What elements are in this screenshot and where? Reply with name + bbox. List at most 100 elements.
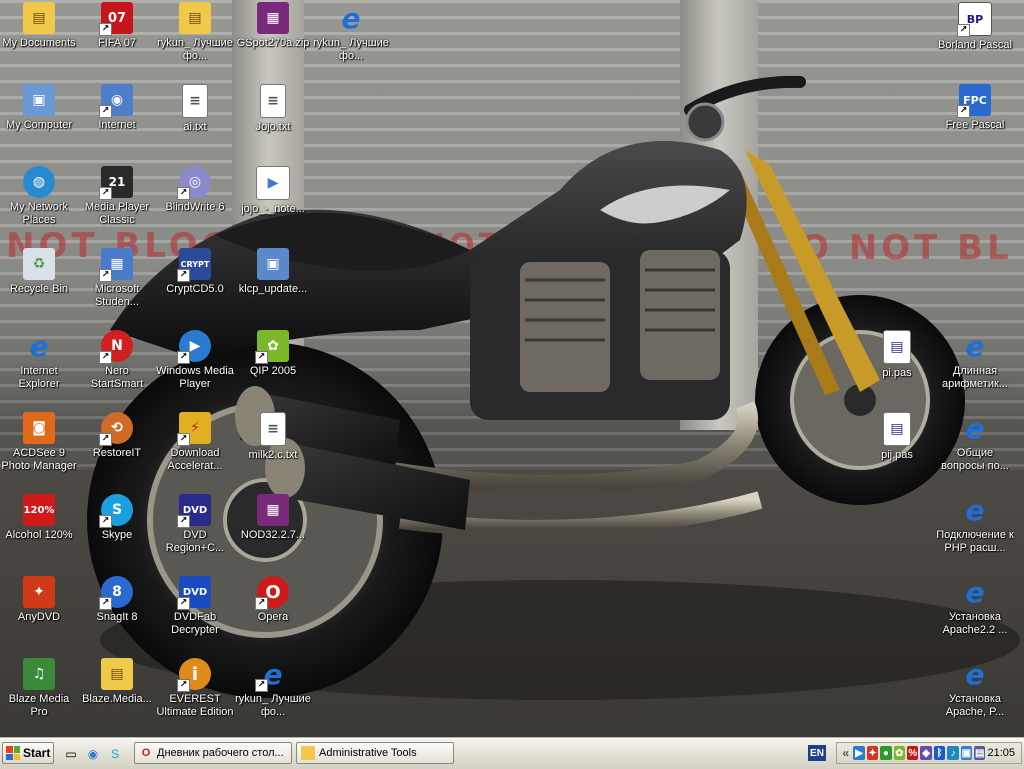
desktop-icon-label: rykun_ Лучшие фо... xyxy=(157,37,233,62)
desktop-icon-media-player-classic[interactable]: 21 Media Player Classic xyxy=(78,164,156,244)
desktop-icon-blaze-media-pro[interactable]: ♫ Blaze Media Pro xyxy=(0,656,78,736)
ie-icon: e xyxy=(965,657,985,691)
desktop-icon-rykun-link[interactable]: e rykun_ Лучшие фо... xyxy=(312,0,390,80)
expand-tray-icon[interactable]: « xyxy=(840,746,851,760)
pascal-file-icon: ▤ xyxy=(883,330,911,364)
desktop-icon-label: Microsoft Studen... xyxy=(94,283,140,308)
blaze-media-icon: ♫ xyxy=(23,658,55,690)
desktop-icon-download-accelerator[interactable]: ⚡ Download Accelerat... xyxy=(156,410,234,490)
restore-tray-icon[interactable]: ◆ xyxy=(920,746,932,760)
folder-icon xyxy=(301,746,315,760)
bluetooth-tray-icon[interactable]: ᛒ xyxy=(933,746,946,760)
network-tray-icon[interactable]: ▣ xyxy=(960,746,973,760)
desktop-icon-rykun-link-2[interactable]: e rykun_ Лучшие фо... xyxy=(234,656,312,736)
desktop-icon-snagit[interactable]: 8 SnagIt 8 xyxy=(78,574,156,654)
desktop-icon-label: rykun_ Лучшие фо... xyxy=(313,37,389,62)
taskbar-task-administrative-tools[interactable]: Administrative Tools xyxy=(296,742,454,764)
desktop-icon-label: BlindWrite 6 xyxy=(165,201,225,213)
desktop-icon-alcohol-120[interactable]: 120% Alcohol 120% xyxy=(0,492,78,572)
desktop-icon-label: Blaze.Media... xyxy=(82,693,152,705)
taskbar-task-opera-diary[interactable]: O Дневник рабочего стол... xyxy=(134,742,292,764)
start-label: Start xyxy=(23,746,51,760)
show-desktop-icon[interactable]: ▭ xyxy=(62,745,80,763)
desktop-icon-apache-setup[interactable]: e Установка Apache, P... xyxy=(936,656,1014,736)
skype-icon[interactable]: S xyxy=(106,745,124,763)
desktop-icon-anydvd[interactable]: ✦ AnyDVD xyxy=(0,574,78,654)
task-label: Дневник рабочего стол... xyxy=(157,747,284,759)
desktop-icon-borland-pascal[interactable]: BP Borland Pascal xyxy=(936,0,1014,80)
desktop-icon-blindwrite[interactable]: ◎ BlindWrite 6 xyxy=(156,164,234,244)
desktop-icon-label: RestoreIT xyxy=(92,447,142,459)
pascal-icon: FPC xyxy=(957,84,991,118)
borland-icon: BP xyxy=(957,2,992,37)
ie-icon: e xyxy=(965,411,985,445)
volume-tray-icon[interactable]: ♪ xyxy=(947,746,959,760)
desktop-icon-internet[interactable]: ◉ Internet xyxy=(78,82,156,162)
desktop-icon-pij-pas[interactable]: ▤ pij.pas xyxy=(858,410,936,490)
desktop-icon-fifa-07[interactable]: 07 FIFA 07 xyxy=(78,0,156,80)
system-tray: « ▶ ✦ ● ✿ % ◆ ᛒ ♪ ▣ ▤ 21:05 xyxy=(836,742,1022,764)
clock[interactable]: 21:05 xyxy=(987,747,1015,759)
desktop-icon-skype[interactable]: S Skype xyxy=(78,492,156,572)
desktop-icon-my-documents[interactable]: ▤ My Documents xyxy=(0,0,78,80)
desktop-icon-long-arithmetic[interactable]: e Длинная арифметик... xyxy=(936,328,1014,408)
acdsee-icon: ◙ xyxy=(23,412,55,444)
ie-icon: e xyxy=(255,658,289,692)
nero-icon: N xyxy=(99,330,133,364)
desktop-icon-common-questions[interactable]: e Общие вопросы по... xyxy=(936,410,1014,490)
desktop-icon-windows-media-player[interactable]: ▶ Windows Media Player xyxy=(156,328,234,408)
internet-icon: ◉ xyxy=(99,84,133,118)
desktop-icon-blaze-media-folder[interactable]: ▤ Blaze.Media... xyxy=(78,656,156,736)
desktop-icon-rykun-folder[interactable]: ▤ rykun_ Лучшие фо... xyxy=(156,0,234,80)
desktop-icon-label: CryptCD5.0 xyxy=(166,283,224,295)
desktop-icon-ai-txt[interactable]: ≡ ai.txt xyxy=(156,82,234,162)
antivirus-tray-icon[interactable]: ● xyxy=(880,746,892,760)
ie-icon: e xyxy=(341,1,361,35)
desktop-icon-milk2-txt[interactable]: ≡ milk2.c.txt xyxy=(234,410,312,490)
language-tray-icon[interactable]: ▤ xyxy=(974,746,986,760)
desktop-icon-jojo-note[interactable]: ▶ jojo_-_note... xyxy=(234,164,312,244)
desktop-icon-dvd-region[interactable]: DVD DVD Region+C... xyxy=(156,492,234,572)
desktop-icon-everest[interactable]: i EVEREST Ultimate Edition xyxy=(156,656,234,736)
desktop-icon-nod32[interactable]: ▦ NOD32.2.7... xyxy=(234,492,312,572)
desktop-icon-recycle-bin[interactable]: ♻ Recycle Bin xyxy=(0,246,78,326)
desktop-icon-label: klcp_update... xyxy=(238,283,308,295)
desktop-icon-label: Windows Media Player xyxy=(156,365,234,390)
desktop-icon-free-pascal[interactable]: FPC Free Pascal xyxy=(936,82,1014,162)
start-button[interactable]: Start xyxy=(2,742,54,764)
cryptcd-icon: CRYPT xyxy=(177,248,211,282)
media-player-icon[interactable]: ◉ xyxy=(84,745,102,763)
desktop-icon-gspot-zip[interactable]: ▦ GSpot270a.zip xyxy=(234,0,312,80)
desktop-icon-microsoft-student[interactable]: ▦ Microsoft Studen... xyxy=(78,246,156,326)
desktop-icon-pi-pas[interactable]: ▤ pi.pas xyxy=(858,328,936,408)
desktop-icon-dvdfab[interactable]: DVD DVDFab Decrypter xyxy=(156,574,234,654)
desktop-icon-label: My Network Places xyxy=(9,201,69,226)
desktop-icon-acdsee[interactable]: ◙ ACDSee 9 Photo Manager xyxy=(0,410,78,490)
desktop-icon-jojo-txt[interactable]: ≡ Jojo.txt xyxy=(234,82,312,162)
desktop-icon-opera[interactable]: O Opera xyxy=(234,574,312,654)
microsoft-student-icon: ▦ xyxy=(99,248,133,282)
desktop-icon-label: GSpot270a.zip xyxy=(236,37,310,49)
ie-icon: e xyxy=(29,329,49,363)
desktop-icon-cryptcd[interactable]: CRYPT CryptCD5.0 xyxy=(156,246,234,326)
codec-installer-icon: ▣ xyxy=(257,248,289,280)
media-tray-icon[interactable]: ▶ xyxy=(853,746,865,760)
desktop-icon-klcp-update[interactable]: ▣ klcp_update... xyxy=(234,246,312,326)
desktop-icon-my-computer[interactable]: ▣ My Computer xyxy=(0,82,78,162)
media-file-icon: ▶ xyxy=(256,166,290,200)
desktop-icon-qip-2005[interactable]: ✿ QIP 2005 xyxy=(234,328,312,408)
desktop-icon-restoreit[interactable]: ⟲ RestoreIT xyxy=(78,410,156,490)
desktop-icon-internet-explorer[interactable]: e Internet Explorer xyxy=(0,328,78,408)
desktop[interactable]: NOT BLOCK NOT BLOCK O NOT BL xyxy=(0,0,1024,738)
text-file-icon: ≡ xyxy=(182,84,208,118)
desktop-icon-nero-startsmart[interactable]: N Nero StartSmart xyxy=(78,328,156,408)
desktop-icon-apache22-setup[interactable]: e Установка Apache2.2 ... xyxy=(936,574,1014,654)
language-indicator[interactable]: EN xyxy=(808,745,826,761)
desktop-icon-php-extensions[interactable]: e Подключение к PHP расш... xyxy=(936,492,1014,572)
qip-tray-icon[interactable]: ✿ xyxy=(893,746,906,760)
alcohol-tray-icon[interactable]: % xyxy=(907,746,919,760)
anydvd-tray-icon[interactable]: ✦ xyxy=(866,746,879,760)
desktop-icon-label: jojo_-_note... xyxy=(241,203,305,215)
desktop-icon-my-network-places[interactable]: ◍ My Network Places xyxy=(0,164,78,244)
desktop-icon-label: Recycle Bin xyxy=(9,283,69,295)
